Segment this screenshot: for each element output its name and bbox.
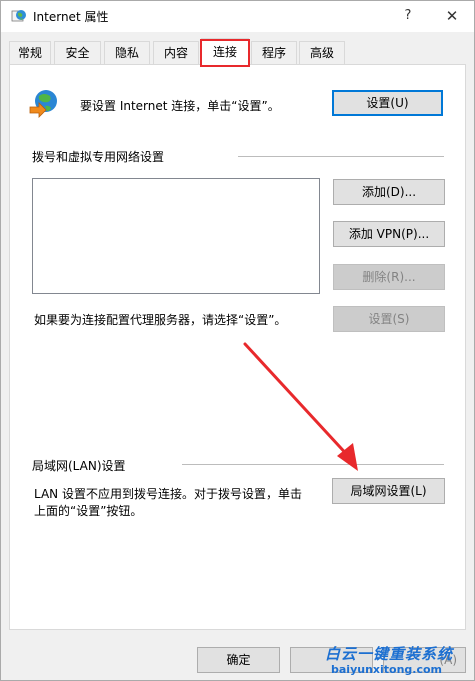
connections-listbox[interactable]	[32, 178, 320, 294]
tab-content[interactable]: 内容	[153, 41, 199, 65]
ok-button[interactable]: 确定	[197, 647, 280, 673]
setup-text: 要设置 Internet 连接，单击“设置”。	[80, 99, 280, 113]
tab-security[interactable]: 安全	[54, 41, 101, 65]
dialup-group-title: 拨号和虚拟专用网络设置	[32, 150, 165, 164]
internet-properties-window: Internet 属性 ? ✕ 常规 安全 隐私 内容 连接 程序 高级 要设置…	[0, 0, 475, 681]
dialup-group-divider	[238, 156, 444, 157]
setup-button[interactable]: 设置(U)	[332, 90, 443, 116]
lan-info-line2: 上面的“设置”按钮。	[34, 504, 143, 518]
tab-privacy[interactable]: 隐私	[104, 41, 150, 65]
site-watermark: 白云一键重装系统 baiyunxitong.com	[319, 643, 471, 677]
add-vpn-button[interactable]: 添加 VPN(P)...	[333, 221, 445, 247]
help-button[interactable]: ?	[393, 5, 423, 27]
tab-programs[interactable]: 程序	[251, 41, 297, 65]
add-connection-button[interactable]: 添加(D)...	[333, 179, 445, 205]
lan-group-divider	[182, 464, 444, 465]
delete-connection-button[interactable]: 删除(R)...	[333, 264, 445, 290]
lan-settings-button[interactable]: 局域网设置(L)	[332, 478, 445, 504]
watermark-url: baiyunxitong.com	[331, 663, 443, 676]
tab-advanced[interactable]: 高级	[299, 41, 345, 65]
window-title: Internet 属性	[33, 10, 109, 24]
watermark-text: 白云一键重装系统	[325, 645, 454, 663]
dialup-settings-button[interactable]: 设置(S)	[333, 306, 445, 332]
lan-info-line1: LAN 设置不应用到拨号连接。对于拨号设置，单击	[34, 487, 302, 501]
close-button[interactable]: ✕	[437, 5, 467, 27]
lan-group-title: 局域网(LAN)设置	[32, 459, 126, 473]
connections-panel: 要设置 Internet 连接，单击“设置”。 设置(U) 拨号和虚拟专用网络设…	[9, 64, 466, 630]
proxy-hint-text: 如果要为连接配置代理服务器，请选择“设置”。	[34, 313, 287, 327]
internet-globe-icon	[11, 10, 26, 22]
title-bar: Internet 属性 ? ✕	[1, 1, 474, 32]
tab-connections[interactable]: 连接	[201, 38, 249, 65]
tab-general[interactable]: 常规	[9, 41, 51, 65]
network-setup-icon	[29, 90, 57, 118]
